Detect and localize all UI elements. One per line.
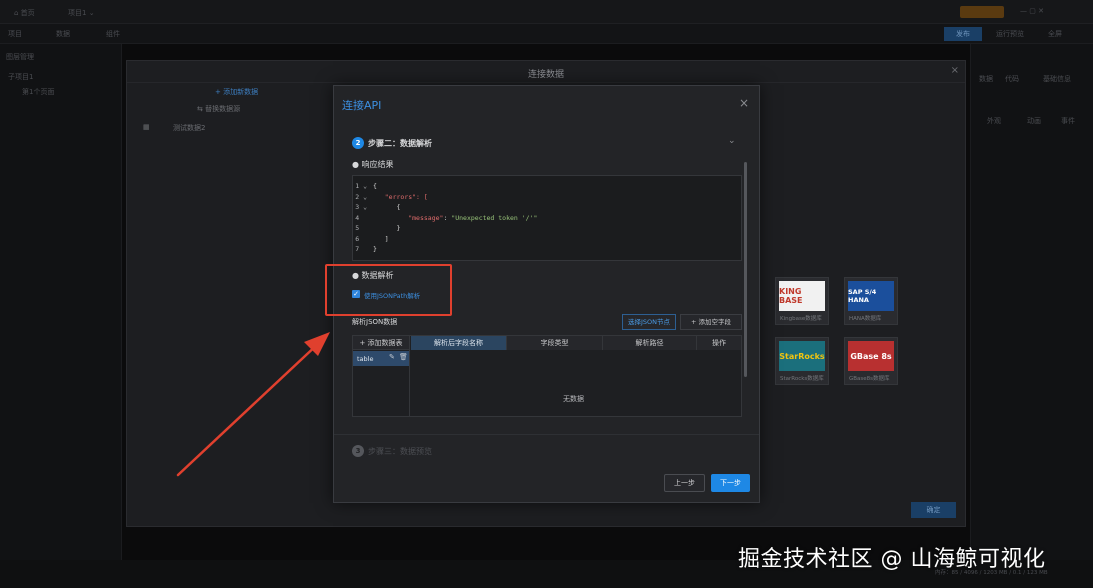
toolbar-item-component[interactable]: 组件 — [106, 29, 120, 39]
parsed-fields-table: + 添加数据表 table ✎ 🗑 解析后字段名称 字段类型 解析路径 操作 无… — [352, 335, 742, 417]
code-line: 4 "message": "Unexpected token '/'" — [353, 213, 537, 223]
line-number: 1 ⌄ — [355, 182, 367, 190]
json-bracket: ] — [384, 234, 389, 243]
toolbar-item-data[interactable]: 数据 — [56, 29, 70, 39]
code-line: 3 ⌄ { — [353, 202, 400, 212]
layer-item[interactable]: 第1个页面 — [22, 87, 54, 97]
dialog-title: 连接API — [342, 99, 382, 112]
step-two-header[interactable]: 2 步骤二：数据解析 ⌄ — [344, 130, 749, 152]
line-number: 4 — [355, 213, 367, 222]
kingbase-caption: Kingbase数据库 — [780, 316, 822, 322]
json-bracket: } — [396, 224, 401, 232]
connect-data-title: 连接数据 — [527, 70, 564, 80]
window-controls[interactable]: — ▢ ✕ — [1020, 7, 1044, 15]
layer-group[interactable]: 子项目1 — [8, 72, 33, 82]
prev-step-button[interactable]: 上一步 — [664, 474, 705, 492]
replace-source-button[interactable]: ⇆ 替换数据源 — [197, 104, 240, 114]
json-key: "errors": [ — [384, 192, 428, 201]
divider — [334, 434, 759, 435]
toolbar-item-project[interactable]: 项目 — [8, 29, 22, 39]
gbase-card[interactable]: GBase 8s GBase8s数据库 — [844, 337, 898, 385]
annotation-arrow — [176, 332, 330, 477]
tab-data[interactable]: 数据 — [979, 74, 993, 84]
vip-badge[interactable] — [960, 6, 1004, 18]
code-line: 2 ⌄ "errors": [ — [353, 192, 428, 202]
json-value: "Unexpected token '/'" — [451, 213, 538, 222]
line-number: 5 — [355, 224, 367, 232]
table-list-item[interactable]: table ✎ 🗑 — [353, 351, 409, 366]
column-header-parse-path: 解析路径 — [603, 336, 697, 350]
close-icon[interactable]: × — [951, 65, 959, 76]
gbase-logo: GBase 8s — [848, 341, 894, 371]
layer-panel-title: 图层管理 — [6, 53, 34, 61]
starrocks-logo: StarRocks — [779, 341, 825, 371]
test-data-item[interactable]: 测试数据2 — [173, 123, 205, 133]
json-bracket: { — [373, 182, 377, 190]
edit-icon[interactable]: ✎ — [389, 353, 395, 361]
json-bracket: } — [373, 245, 377, 253]
data-table-list: + 添加数据表 table ✎ 🗑 — [353, 336, 410, 416]
response-label: ● 响应结果 — [352, 160, 394, 169]
app-topbar: ⌂ 首页 项目1 ⌄ — ▢ ✕ — [0, 0, 1093, 24]
field-event[interactable]: 事件 — [1061, 116, 1075, 126]
add-empty-field-button[interactable]: + 添加空字段 — [680, 314, 742, 330]
connect-data-header: 连接数据 × — [127, 61, 965, 83]
gbase-caption: GBase8s数据库 — [849, 376, 890, 382]
code-line: 1 ⌄ { — [353, 181, 377, 191]
table-icon: ▦ — [143, 123, 150, 131]
step-three-header[interactable]: 3 步骤三：数据预览 — [344, 440, 749, 462]
parse-json-label: 解析JSON数据 — [352, 318, 398, 326]
starrocks-card[interactable]: StarRocks StarRocks数据库 — [775, 337, 829, 385]
step-two-number: 2 — [352, 137, 364, 149]
step-three-label: 步骤三：数据预览 — [368, 447, 432, 456]
starrocks-caption: StarRocks数据库 — [780, 376, 824, 382]
kingbase-logo: KING BASE — [779, 281, 825, 311]
publish-button[interactable]: 发布 — [944, 27, 982, 41]
trash-icon[interactable]: 🗑 — [399, 353, 408, 361]
response-editor[interactable]: 1 ⌄{2 ⌄ "errors": [3 ⌄ {4 "message": "Un… — [352, 175, 742, 261]
step-two-label: 步骤二：数据解析 — [368, 139, 432, 148]
line-number: 7 — [355, 245, 367, 253]
column-header-field-type: 字段类型 — [507, 336, 603, 350]
json-key: "message" — [408, 213, 444, 222]
next-step-button[interactable]: 下一步 — [711, 474, 750, 492]
column-header-action: 操作 — [697, 336, 741, 350]
field-animation[interactable]: 动画 — [1027, 116, 1041, 126]
property-panel: 数据 代码 基础信息 外观 动画 事件 — [970, 44, 1093, 588]
tab-basic-info[interactable]: 基础信息 — [1043, 74, 1071, 84]
chevron-down-icon[interactable]: ⌄ — [728, 136, 736, 146]
preview-button[interactable]: 运行预览 — [996, 29, 1024, 39]
hana-caption: HANA数据库 — [849, 316, 882, 322]
line-number: 3 ⌄ — [355, 203, 367, 211]
code-line: 7 } — [353, 244, 377, 254]
table-item-label: table — [357, 355, 374, 363]
field-appearance[interactable]: 外观 — [987, 116, 1001, 126]
fullscreen-button[interactable]: 全屏 — [1048, 29, 1062, 39]
hana-card[interactable]: SAP S/4 HANA HANA数据库 — [844, 277, 898, 325]
app-toolbar: 项目 数据 组件 发布 运行预览 全屏 — [0, 24, 1093, 44]
layer-panel: 图层管理 子项目1 第1个页面 — [0, 44, 122, 588]
kingbase-card[interactable]: KING BASE Kingbase数据库 — [775, 277, 829, 325]
confirm-button[interactable]: 确定 — [911, 502, 956, 518]
select-json-node-button[interactable]: 选择JSON节点 — [622, 314, 676, 330]
code-line: 6 ] — [353, 234, 389, 244]
highlight-box — [325, 264, 452, 316]
tab-code[interactable]: 代码 — [1005, 74, 1019, 84]
add-data-button[interactable]: + 添加新数据 — [215, 87, 258, 97]
json-bracket: { — [396, 203, 401, 211]
watermark-text: 掘金技术社区 @ 山海鲸可视化 — [738, 547, 1046, 572]
line-number: 6 — [355, 234, 367, 243]
add-data-table-button[interactable]: + 添加数据表 — [353, 336, 409, 350]
empty-state-text: 无数据 — [563, 395, 584, 403]
home-link[interactable]: ⌂ 首页 — [14, 8, 35, 18]
scrollbar[interactable] — [744, 162, 747, 377]
close-icon[interactable]: × — [739, 96, 749, 110]
code-line: 5 } — [353, 223, 400, 233]
step-three-number: 3 — [352, 445, 364, 457]
column-header-field-name: 解析后字段名称 — [411, 336, 507, 350]
project-selector[interactable]: 项目1 ⌄ — [68, 8, 95, 18]
line-number: 2 ⌄ — [355, 192, 367, 201]
sap-hana-logo: SAP S/4 HANA — [848, 281, 894, 311]
